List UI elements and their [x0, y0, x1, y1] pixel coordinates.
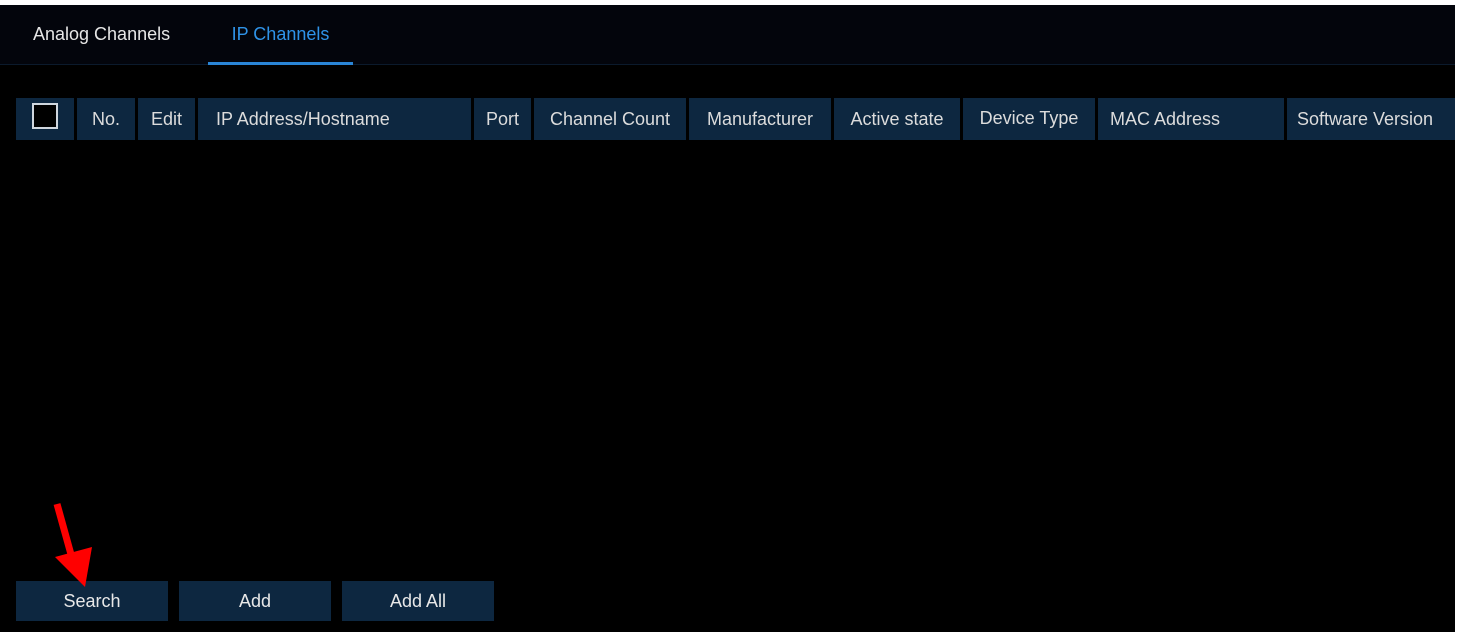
add-button[interactable]: Add — [179, 581, 331, 621]
tab-ip-channels-label: IP Channels — [231, 24, 330, 44]
active-tab-indicator — [208, 62, 353, 65]
tab-ip-channels[interactable]: IP Channels — [208, 5, 353, 65]
column-header-edit: Edit — [138, 98, 195, 140]
table-header: No. Edit IP Address/Hostname Port Channe… — [0, 98, 1457, 140]
column-header-port: Port — [474, 98, 531, 140]
tab-bar: Analog Channels IP Channels — [0, 5, 1457, 65]
select-all-checkbox[interactable] — [32, 103, 58, 129]
add-all-button[interactable]: Add All — [342, 581, 494, 621]
column-header-device-type: Device Type — [963, 98, 1095, 140]
red-arrow-icon — [53, 503, 92, 587]
column-header-active-state: Active state — [834, 98, 960, 140]
column-header-no: No. — [77, 98, 135, 140]
column-header-manufacturer: Manufacturer — [689, 98, 831, 140]
select-all-cell — [16, 98, 74, 140]
column-header-mac-address: MAC Address — [1098, 98, 1284, 140]
column-header-ip-address: IP Address/Hostname — [198, 98, 471, 140]
tab-analog-channels[interactable]: Analog Channels — [33, 5, 170, 64]
column-header-channel-count: Channel Count — [534, 98, 686, 140]
column-header-software-version: Software Version — [1287, 98, 1457, 140]
search-button[interactable]: Search — [16, 581, 168, 621]
ip-channels-panel: Analog Channels IP Channels No. Edit IP … — [0, 5, 1457, 632]
